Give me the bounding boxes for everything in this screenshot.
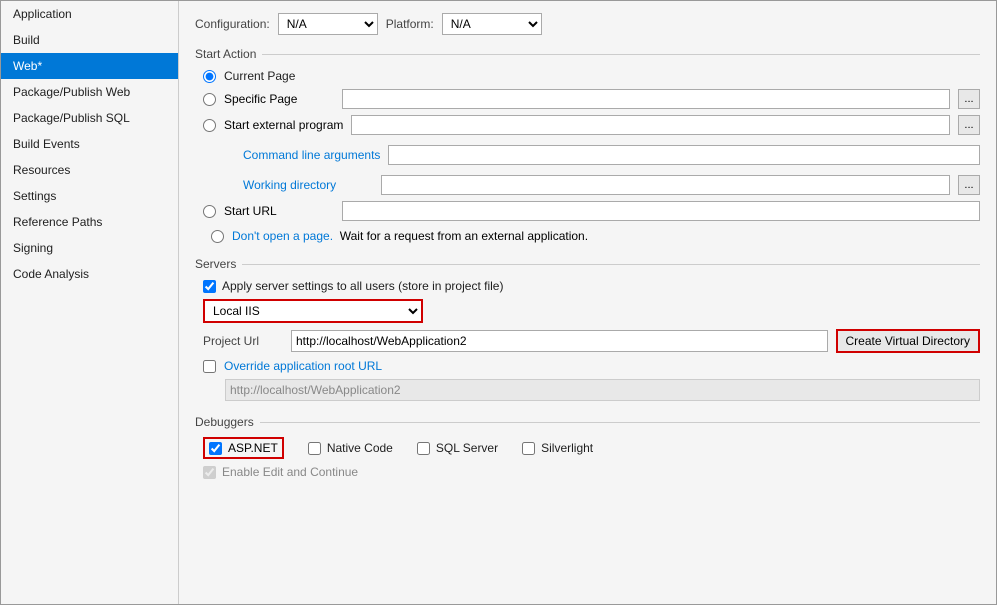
configuration-select[interactable]: N/A: [278, 13, 378, 35]
aspnet-wrapper: ASP.NET: [203, 437, 284, 459]
project-url-label: Project Url: [203, 334, 283, 348]
top-bar: Configuration: N/A Platform: N/A: [195, 9, 980, 35]
start-external-row: Start external program ...: [203, 115, 980, 135]
dont-open-row: Don't open a page. Wait for a request fr…: [203, 229, 980, 243]
override-url-checkbox[interactable]: [203, 360, 216, 373]
working-dir-browse-button[interactable]: ...: [958, 175, 980, 195]
aspnet-label: ASP.NET: [228, 441, 278, 455]
start-url-row: Start URL: [203, 201, 980, 221]
sql-server-checkbox[interactable]: [417, 442, 430, 455]
command-line-input[interactable]: [388, 145, 980, 165]
command-line-label: Command line arguments: [243, 148, 380, 162]
working-dir-row: Working directory ...: [203, 175, 980, 195]
native-code-checkbox[interactable]: [308, 442, 321, 455]
apply-server-settings-label: Apply server settings to all users (stor…: [222, 279, 503, 293]
debuggers-section: Debuggers ASP.NET Native Code SQL Server…: [195, 415, 980, 479]
apply-server-settings-checkbox[interactable]: [203, 280, 216, 293]
sidebar-item-signing[interactable]: Signing: [1, 235, 178, 261]
start-url-input[interactable]: [342, 201, 980, 221]
edit-continue-label: Enable Edit and Continue: [222, 465, 358, 479]
sidebar-item-reference-paths[interactable]: Reference Paths: [1, 209, 178, 235]
sidebar-item-settings[interactable]: Settings: [1, 183, 178, 209]
native-code-item: Native Code: [308, 441, 393, 455]
silverlight-item: Silverlight: [522, 441, 593, 455]
sidebar-item-resources[interactable]: Resources: [1, 157, 178, 183]
start-url-label: Start URL: [224, 204, 334, 218]
sidebar-item-web[interactable]: Web*: [1, 53, 178, 79]
start-external-label: Start external program: [224, 118, 343, 132]
working-dir-input[interactable]: [381, 175, 950, 195]
edit-continue-checkbox[interactable]: [203, 466, 216, 479]
servers-section: Servers Apply server settings to all use…: [195, 257, 980, 401]
project-url-row: Project Url Create Virtual Directory: [195, 329, 980, 353]
debuggers-row: ASP.NET Native Code SQL Server Silverlig…: [195, 437, 980, 459]
aspnet-checkbox[interactable]: [209, 442, 222, 455]
silverlight-checkbox[interactable]: [522, 442, 535, 455]
configuration-label: Configuration:: [195, 17, 270, 31]
override-url-input[interactable]: [225, 379, 980, 401]
apply-server-settings-row: Apply server settings to all users (stor…: [195, 279, 980, 293]
specific-page-input[interactable]: [342, 89, 950, 109]
start-external-browse-button[interactable]: ...: [958, 115, 980, 135]
sidebar-item-build-events[interactable]: Build Events: [1, 131, 178, 157]
override-url-label: Override application root URL: [224, 359, 382, 373]
start-url-radio[interactable]: [203, 205, 216, 218]
sql-server-label: SQL Server: [436, 441, 498, 455]
platform-label: Platform:: [386, 17, 434, 31]
start-action-section: Start Action Current Page Specific Page …: [195, 47, 980, 243]
specific-page-radio[interactable]: [203, 93, 216, 106]
start-external-input[interactable]: [351, 115, 950, 135]
command-line-row: Command line arguments: [203, 145, 980, 165]
debuggers-title: Debuggers: [195, 415, 980, 429]
working-dir-label: Working directory: [243, 178, 373, 192]
start-external-radio[interactable]: [203, 119, 216, 132]
current-page-radio[interactable]: [203, 70, 216, 83]
dont-open-label: Don't open a page. Wait for a request fr…: [232, 229, 588, 243]
start-action-radio-group: Current Page Specific Page ... Start ext…: [195, 69, 980, 243]
url-display-row: [195, 379, 980, 401]
sql-server-item: SQL Server: [417, 441, 498, 455]
current-page-row: Current Page: [203, 69, 980, 83]
silverlight-label: Silverlight: [541, 441, 593, 455]
sidebar-item-package-publish-web[interactable]: Package/Publish Web: [1, 79, 178, 105]
start-action-title: Start Action: [195, 47, 980, 61]
sidebar-item-build[interactable]: Build: [1, 27, 178, 53]
servers-title: Servers: [195, 257, 980, 271]
dont-open-radio[interactable]: [211, 230, 224, 243]
sidebar-item-application[interactable]: Application: [1, 1, 178, 27]
sidebar-item-code-analysis[interactable]: Code Analysis: [1, 261, 178, 287]
current-page-label: Current Page: [224, 69, 295, 83]
specific-page-label: Specific Page: [224, 92, 334, 106]
server-select-row: Local IIS IIS Express Custom: [195, 299, 980, 323]
sidebar: Application Build Web* Package/Publish W…: [1, 1, 179, 604]
override-url-row: Override application root URL: [195, 359, 980, 373]
platform-select[interactable]: N/A: [442, 13, 542, 35]
project-url-input[interactable]: [291, 330, 828, 352]
specific-page-row: Specific Page ...: [203, 89, 980, 109]
create-virtual-directory-button[interactable]: Create Virtual Directory: [836, 329, 981, 353]
specific-page-browse-button[interactable]: ...: [958, 89, 980, 109]
sidebar-item-package-publish-sql[interactable]: Package/Publish SQL: [1, 105, 178, 131]
server-type-select[interactable]: Local IIS IIS Express Custom: [203, 299, 423, 323]
edit-continue-row: Enable Edit and Continue: [195, 465, 980, 479]
main-content: Configuration: N/A Platform: N/A Start A…: [179, 1, 996, 604]
native-code-label: Native Code: [327, 441, 393, 455]
